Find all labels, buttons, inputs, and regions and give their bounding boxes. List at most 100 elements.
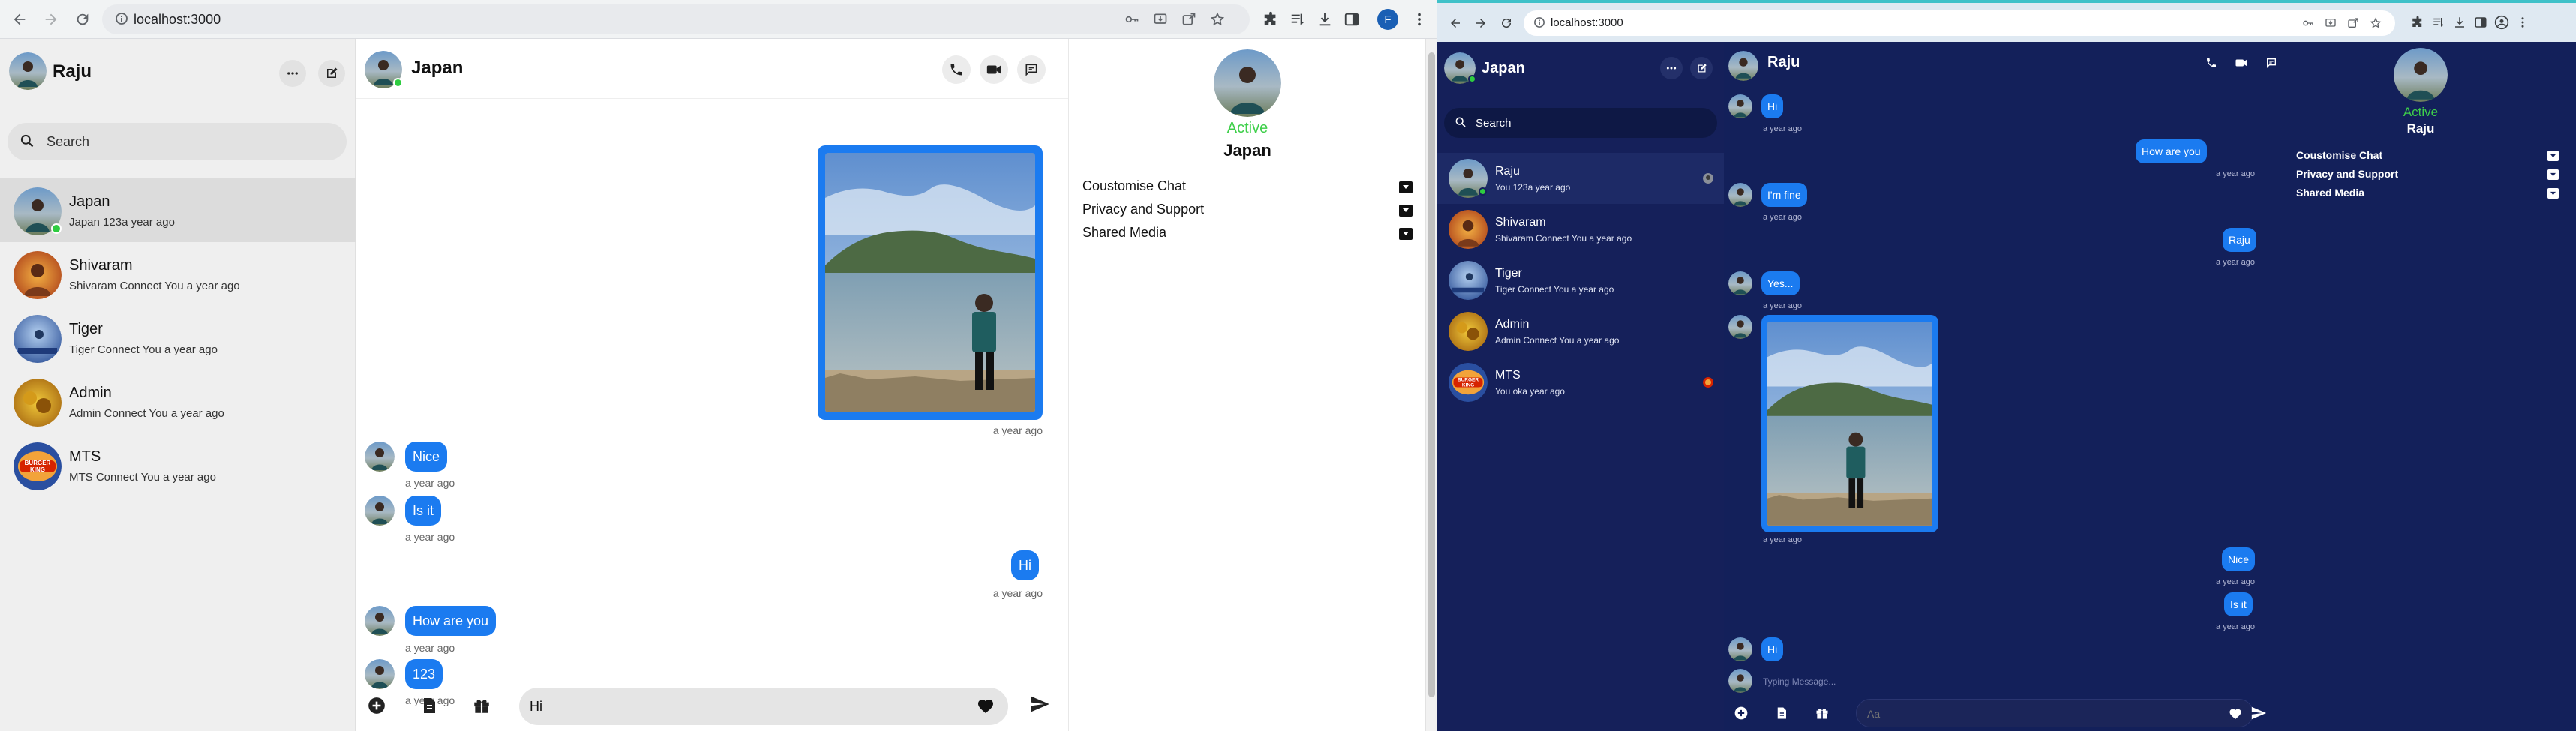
customise-chat-toggle[interactable]: Coustomise Chat xyxy=(1082,178,1413,198)
chevron-down-icon[interactable] xyxy=(1399,181,1413,193)
contact-item-admin[interactable]: Admin Admin Connect You a year ago xyxy=(0,370,356,433)
chevron-down-icon[interactable] xyxy=(2547,188,2559,199)
more-options-icon[interactable] xyxy=(1660,57,1683,79)
extensions-puzzle-icon[interactable] xyxy=(2409,13,2427,31)
customise-chat-toggle[interactable]: Coustomise Chat xyxy=(2296,149,2559,164)
search-bar[interactable] xyxy=(8,123,347,160)
install-app-icon[interactable] xyxy=(2323,16,2338,31)
contact-item-admin[interactable]: Admin Admin Connect You a year ago xyxy=(1437,306,1724,357)
contact-avatar xyxy=(14,379,62,427)
contact-last-message: You oka year ago xyxy=(1495,386,1565,397)
side-panel-icon[interactable] xyxy=(1341,9,1362,30)
profile-avatar-large[interactable] xyxy=(2394,48,2448,102)
contact-item-mts[interactable]: BURGER KING MTS You oka year ago xyxy=(1437,357,1724,408)
contact-last-message: Tiger Connect You a year ago xyxy=(1495,284,1614,295)
gift-icon[interactable] xyxy=(470,694,494,718)
profile-avatar-large[interactable] xyxy=(1214,49,1281,117)
message-input-box[interactable] xyxy=(1856,699,2253,727)
back-arrow-icon[interactable] xyxy=(1444,12,1467,34)
current-user-name: Raju xyxy=(53,61,92,82)
add-circle-icon[interactable] xyxy=(365,694,389,718)
chevron-down-icon[interactable] xyxy=(1399,205,1413,217)
video-call-icon[interactable] xyxy=(2229,51,2253,75)
message-timestamp: a year ago xyxy=(2216,622,2255,631)
profile-name: Japan xyxy=(1223,141,1271,160)
site-info-icon[interactable] xyxy=(116,12,128,25)
contact-item-raju[interactable]: Raju You 123a year ago xyxy=(1437,153,1724,204)
chevron-down-icon[interactable] xyxy=(2547,169,2559,180)
heart-icon[interactable] xyxy=(977,697,995,714)
send-icon[interactable] xyxy=(2247,702,2270,724)
sender-avatar xyxy=(1728,315,1752,339)
add-circle-icon[interactable] xyxy=(1731,703,1751,723)
key-icon[interactable] xyxy=(1124,11,1140,28)
profile-circle-icon[interactable] xyxy=(2493,13,2511,31)
video-call-icon[interactable] xyxy=(980,55,1008,84)
back-arrow-icon[interactable] xyxy=(6,6,33,33)
new-message-icon[interactable] xyxy=(1690,57,1713,79)
typing-indicator: Typing Message... xyxy=(1763,676,1836,687)
chevron-down-icon[interactable] xyxy=(2547,151,2559,161)
forward-arrow-icon[interactable] xyxy=(38,6,65,33)
reload-icon[interactable] xyxy=(1495,12,1518,34)
contact-item-tiger[interactable]: Tiger Tiger Connect You a year ago xyxy=(0,306,356,370)
message-input[interactable] xyxy=(530,695,950,718)
message-input-box[interactable] xyxy=(519,688,1008,725)
search-bar[interactable] xyxy=(1444,108,1717,138)
bookmark-star-icon[interactable] xyxy=(2368,16,2383,31)
side-panel-icon[interactable] xyxy=(2472,13,2490,31)
contact-item-shivaram[interactable]: Shivaram Shivaram Connect You a year ago xyxy=(0,242,356,306)
message-timestamp: a year ago xyxy=(2216,577,2255,586)
contact-item-tiger[interactable]: Tiger Tiger Connect You a year ago xyxy=(1437,255,1724,306)
shared-media-toggle[interactable]: Shared Media xyxy=(1082,225,1413,244)
reading-list-icon[interactable] xyxy=(2430,13,2448,31)
profile-avatar[interactable]: F xyxy=(1377,9,1398,30)
forward-arrow-icon[interactable] xyxy=(1470,12,1492,34)
kebab-menu-icon[interactable] xyxy=(1409,9,1430,30)
share-icon[interactable] xyxy=(1181,11,1197,28)
contact-item-shivaram[interactable]: Shivaram Shivaram Connect You a year ago xyxy=(1437,204,1724,255)
reading-list-icon[interactable] xyxy=(1287,9,1308,30)
message-input[interactable] xyxy=(1867,706,2197,722)
image-message[interactable] xyxy=(1761,315,1938,532)
search-input[interactable] xyxy=(47,130,332,153)
chat-partner-avatar[interactable] xyxy=(1728,51,1758,81)
share-icon[interactable] xyxy=(2346,16,2361,31)
svg-text:BURGER: BURGER xyxy=(25,460,51,466)
address-bar[interactable]: localhost:3000 xyxy=(102,4,1250,34)
shared-media-toggle[interactable]: Shared Media xyxy=(2296,187,2559,202)
privacy-support-toggle[interactable]: Privacy and Support xyxy=(2296,168,2559,183)
new-message-icon[interactable] xyxy=(318,60,345,87)
search-input[interactable] xyxy=(1476,114,1701,132)
current-user-avatar[interactable] xyxy=(9,52,47,90)
site-info-icon[interactable] xyxy=(1534,16,1545,28)
extensions-puzzle-icon[interactable] xyxy=(1260,9,1281,30)
contact-item-mts[interactable]: BURGER KING MTS MTS Connect You a year ag… xyxy=(0,433,356,497)
attach-file-icon[interactable] xyxy=(417,694,441,718)
install-app-icon[interactable] xyxy=(1152,11,1169,28)
address-bar[interactable]: localhost:3000 xyxy=(1524,10,2395,36)
image-message[interactable] xyxy=(818,145,1043,420)
contact-item-japan[interactable]: Japan Japan 123a year ago xyxy=(0,178,356,242)
kebab-menu-icon[interactable] xyxy=(2514,13,2532,31)
profile-name: Raju xyxy=(2406,121,2435,136)
download-icon[interactable] xyxy=(2451,13,2469,31)
more-options-icon[interactable] xyxy=(279,60,306,87)
scrollbar-thumb[interactable] xyxy=(1428,52,1435,697)
phone-call-icon[interactable] xyxy=(942,55,971,84)
sender-avatar xyxy=(1728,637,1752,661)
page-scrollbar[interactable] xyxy=(1425,39,1437,731)
reload-icon[interactable] xyxy=(69,6,96,33)
chat-info-icon[interactable] xyxy=(2259,51,2283,75)
gift-icon[interactable] xyxy=(1812,703,1832,723)
bookmark-star-icon[interactable] xyxy=(1209,11,1226,28)
chevron-down-icon[interactable] xyxy=(1399,228,1413,240)
privacy-support-toggle[interactable]: Privacy and Support xyxy=(1082,202,1413,221)
download-icon[interactable] xyxy=(1314,9,1335,30)
attach-file-icon[interactable] xyxy=(1772,703,1791,723)
send-icon[interactable] xyxy=(1028,692,1052,716)
phone-call-icon[interactable] xyxy=(2199,51,2223,75)
chat-info-icon[interactable] xyxy=(1017,55,1046,84)
key-icon[interactable] xyxy=(2301,16,2316,31)
heart-icon[interactable] xyxy=(2229,707,2242,720)
